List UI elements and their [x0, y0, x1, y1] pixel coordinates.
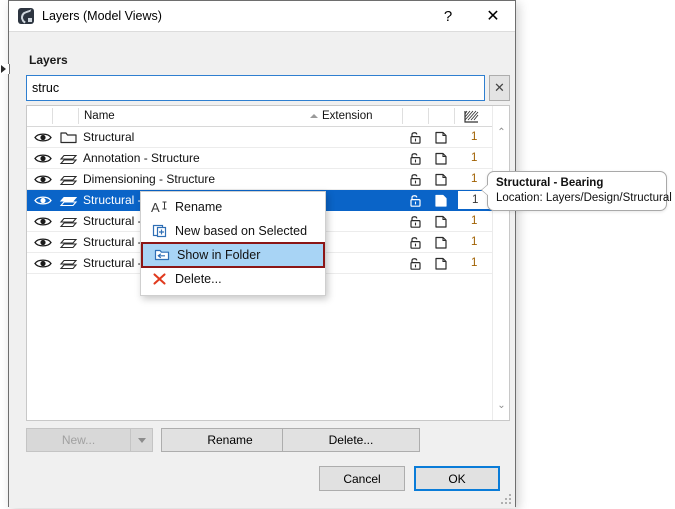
show-in-folder-icon: [147, 246, 177, 264]
layer-name: Annotation - Structure: [83, 151, 200, 165]
table-row[interactable]: Annotation - Structure 1: [27, 148, 493, 169]
visibility-eye-icon[interactable]: [33, 235, 53, 250]
layer-tooltip: Structural - Bearing Location: Layers/De…: [482, 171, 672, 211]
wireframe-copy-icon[interactable]: [433, 256, 451, 271]
title-bar: Layers (Model Views) ? ✕: [9, 1, 515, 31]
visibility-eye-icon[interactable]: [33, 130, 53, 145]
menu-item-delete[interactable]: Delete...: [141, 267, 325, 291]
lock-icon[interactable]: [407, 151, 425, 166]
wireframe-copy-icon[interactable]: [433, 130, 451, 145]
layer-name: Structural -: [83, 235, 142, 249]
visibility-eye-icon[interactable]: [33, 151, 53, 166]
layer-name: Dimensioning - Structure: [83, 172, 216, 186]
lock-icon[interactable]: [407, 193, 425, 208]
clear-search-button[interactable]: ✕: [489, 75, 510, 101]
menu-item-show-in-folder[interactable]: Show in Folder: [141, 242, 325, 268]
search-input[interactable]: [26, 75, 485, 101]
layer-icon: [59, 256, 79, 271]
intersection-priority-value[interactable]: 1: [457, 253, 493, 274]
archicad-logo-icon: [18, 8, 34, 24]
lock-icon[interactable]: [407, 214, 425, 229]
intersection-priority-value[interactable]: 1: [457, 211, 493, 232]
list-header: Name Extension: [27, 106, 493, 127]
wireframe-copy-icon[interactable]: [433, 172, 451, 187]
menu-item-label: Delete...: [175, 272, 222, 286]
wireframe-copy-icon[interactable]: [433, 235, 451, 250]
visibility-eye-icon[interactable]: [33, 172, 53, 187]
delete-x-icon: [145, 270, 175, 288]
layer-name: Structural: [83, 130, 135, 144]
new-from-selected-icon: [145, 222, 175, 240]
wireframe-copy-icon[interactable]: [433, 193, 451, 208]
menu-item-rename[interactable]: A Rename: [141, 195, 325, 219]
close-button[interactable]: ✕: [471, 1, 515, 31]
layer-icon: [59, 214, 79, 229]
scroll-up-arrow[interactable]: ⌃: [493, 124, 510, 141]
tooltip-title: Structural - Bearing: [496, 177, 604, 189]
layer-icon: [59, 151, 79, 166]
list-scrollbar[interactable]: ⌃ ⌄: [492, 106, 509, 420]
visibility-eye-icon[interactable]: [33, 193, 53, 208]
resize-grip[interactable]: [501, 494, 512, 505]
panel-collapse-handle[interactable]: [1, 64, 10, 74]
wireframe-copy-icon[interactable]: [433, 151, 451, 166]
table-row[interactable]: Dimensioning - Structure 1: [27, 169, 493, 190]
svg-text:A: A: [151, 200, 160, 215]
menu-item-new-based-on-selected[interactable]: New based on Selected: [141, 219, 325, 243]
layer-name: Structural -: [83, 256, 142, 270]
sort-ascending-icon: [310, 114, 318, 118]
rename-button[interactable]: Rename: [161, 428, 299, 452]
layer-name: Structural -: [83, 193, 142, 207]
cancel-button[interactable]: Cancel: [319, 466, 405, 491]
lock-icon[interactable]: [407, 235, 425, 250]
scroll-down-arrow[interactable]: ⌄: [493, 397, 510, 414]
context-menu: A Rename New based on Selected Show in Fold…: [140, 191, 326, 296]
column-header-name[interactable]: Name: [84, 106, 115, 126]
tooltip-location: Location: Layers/Design/Structural: [496, 192, 672, 204]
table-row[interactable]: Structural 1: [27, 127, 493, 148]
menu-item-label: Show in Folder: [177, 248, 261, 262]
column-header-extension[interactable]: Extension: [322, 106, 373, 126]
tooltip-tail: [482, 184, 489, 196]
layer-icon: [59, 235, 79, 250]
screen: Layers (Model Views) ? ✕ Layers ✕ Name E…: [0, 0, 675, 509]
wireframe-copy-icon[interactable]: [433, 214, 451, 229]
layers-dialog: Layers (Model Views) ? ✕ Layers ✕ Name E…: [1, 0, 516, 508]
layers-section-label: Layers: [29, 53, 68, 67]
ok-button[interactable]: OK: [414, 466, 500, 491]
layer-icon: [59, 193, 79, 208]
lock-icon[interactable]: [407, 256, 425, 271]
visibility-eye-icon[interactable]: [33, 214, 53, 229]
lock-icon[interactable]: [407, 130, 425, 145]
intersection-priority-value[interactable]: 1: [457, 127, 493, 148]
new-button[interactable]: New...: [26, 428, 131, 452]
intersection-priority-value[interactable]: 1: [457, 148, 493, 169]
layer-icon: [59, 172, 79, 187]
lock-icon[interactable]: [407, 172, 425, 187]
rename-text-icon: A: [145, 198, 175, 216]
intersection-priority-icon: [464, 110, 479, 123]
new-dropdown-arrow-icon[interactable]: [131, 428, 153, 452]
help-button[interactable]: ?: [426, 1, 470, 31]
window-title: Layers (Model Views): [42, 9, 162, 23]
visibility-eye-icon[interactable]: [33, 256, 53, 271]
delete-button[interactable]: Delete...: [282, 428, 420, 452]
folder-icon: [59, 130, 79, 145]
menu-item-label: New based on Selected: [175, 224, 308, 238]
menu-item-label: Rename: [175, 200, 223, 214]
intersection-priority-value[interactable]: 1: [457, 232, 493, 253]
layer-name: Structural -: [83, 214, 142, 228]
